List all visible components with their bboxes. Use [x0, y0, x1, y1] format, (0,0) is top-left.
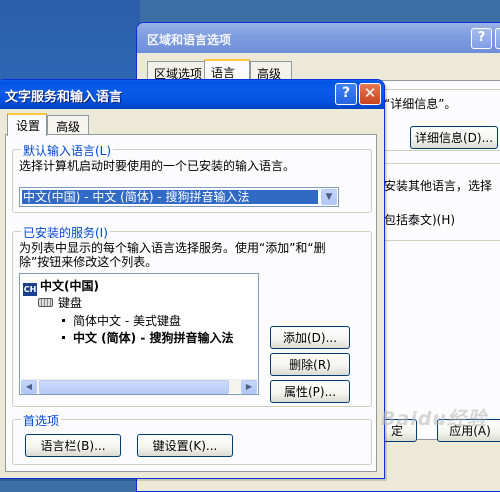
tree-service-label: 简体中文 - 美式键盘: [73, 314, 181, 328]
back-supplemental-text: 安装其他语言，选择: [384, 179, 493, 193]
bullet-icon: [62, 336, 65, 339]
tree-service-item[interactable]: 中文 (简体) - 搜狗拼音输入法: [62, 331, 233, 345]
horizontal-scrollbar[interactable]: ◀ ▶: [21, 379, 257, 394]
default-input-language-description: 选择计算机启动时要使用的一个已安装的输入语言。: [19, 159, 296, 173]
tree-service-label: 中文 (简体) - 搜狗拼音输入法: [73, 331, 234, 345]
front-window-title: 文字服务和输入语言: [5, 90, 123, 105]
tab-advanced-back[interactable]: 高级: [250, 61, 292, 81]
installed-services-description-2: 除”按钮来修改这个列表。: [19, 255, 158, 269]
details-button[interactable]: 详细信息(D)...: [410, 126, 498, 149]
tab-languages[interactable]: 语言: [204, 59, 250, 81]
keyboard-icon: [38, 298, 53, 307]
language-bar-button[interactable]: 语言栏(B)...: [25, 434, 121, 457]
default-input-language-value: 中文(中国) - 中文 (简体) - 搜狗拼音输入法: [22, 190, 318, 204]
tree-keyboard-label: 键盘: [58, 296, 83, 310]
tab-regional-options[interactable]: 区域选项: [147, 61, 205, 81]
scrollbar-thumb[interactable]: [39, 380, 229, 394]
scroll-right-icon[interactable]: ▶: [241, 380, 257, 394]
properties-button[interactable]: 属性(P)...: [270, 380, 350, 403]
watermark-logo: Baidu经验: [381, 408, 487, 430]
back-thai-checkbox-label[interactable]: 包括泰文)(H): [384, 211, 455, 228]
tab-settings[interactable]: 设置: [7, 113, 47, 136]
preferences-title: 首选项: [21, 412, 62, 429]
key-settings-button[interactable]: 键设置(K)...: [137, 434, 233, 457]
scroll-left-icon[interactable]: ◀: [21, 380, 37, 394]
installed-services-group: 已安装的服务(I) 为列表中显示的每个输入语言选择服务。使用“添加”和“删 除”…: [12, 224, 372, 407]
language-badge-icon: CH: [23, 283, 37, 296]
tree-language-node[interactable]: CH 中文(中国): [23, 279, 99, 296]
default-input-language-title: 默认输入语言(L): [21, 142, 114, 159]
back-close-button[interactable]: ×: [495, 28, 500, 49]
installed-services-description-1: 为列表中显示的每个输入语言选择服务。使用“添加”和“删: [19, 241, 326, 255]
preferences-group: 首选项 语言栏(B)... 键设置(K)...: [12, 412, 372, 465]
back-details-hint: “详细信息”。: [384, 97, 457, 111]
back-window-titlebar[interactable]: 区域和语言选项 ? ×: [137, 23, 500, 53]
settings-tab-panel: 默认输入语言(L) 选择计算机启动时要使用的一个已安装的输入语言。 中文(中国)…: [5, 134, 377, 472]
help-button[interactable]: ?: [335, 83, 357, 105]
tree-language-label: 中文(中国): [40, 279, 99, 293]
installed-services-title: 已安装的服务(I): [21, 224, 110, 241]
add-button[interactable]: 添加(D)...: [270, 326, 350, 349]
text-services-window: 文字服务和输入语言 ? ✕ 设置 高级 默认输入语言(L) 选择计算机启动时要使…: [0, 79, 385, 479]
tree-keyboard-node[interactable]: 键盘: [38, 296, 82, 310]
bullet-icon: [62, 319, 65, 322]
default-input-language-dropdown[interactable]: 中文(中国) - 中文 (简体) - 搜狗拼音输入法 ▼: [19, 187, 339, 207]
front-window-titlebar[interactable]: 文字服务和输入语言 ? ✕: [0, 80, 384, 109]
tab-advanced[interactable]: 高级: [47, 115, 89, 135]
installed-services-tree[interactable]: CH 中文(中国) 键盘 简体中文 - 美式键盘 中文 (简体) - 搜狗拼音输入…: [19, 273, 259, 395]
default-input-language-group: 默认输入语言(L) 选择计算机启动时要使用的一个已安装的输入语言。 中文(中国)…: [12, 142, 372, 213]
close-button[interactable]: ✕: [359, 83, 381, 105]
back-window-title: 区域和语言选项: [147, 33, 232, 47]
back-help-button[interactable]: ?: [471, 28, 492, 49]
chevron-down-icon[interactable]: ▼: [321, 189, 337, 205]
tree-service-item[interactable]: 简体中文 - 美式键盘: [62, 314, 181, 328]
remove-button[interactable]: 删除(R): [270, 353, 350, 376]
